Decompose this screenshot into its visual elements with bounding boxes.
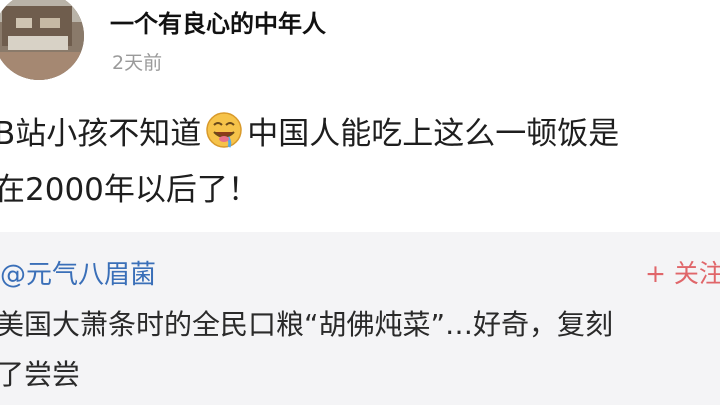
drooling-face-emoji-icon (204, 110, 244, 150)
post-content-text-before-emoji: B站小孩不知道 (0, 116, 202, 152)
weibo-post: 一个有良心的中年人 2天前 B站小孩不知道 中国人能吃上这么一顿饭是 在2000… (0, 0, 720, 232)
post-timestamp: 2天前 (112, 52, 163, 74)
quoted-post[interactable]: @元气八眉菌 + 关注 美国大萧条时的全民口粮“胡佛炖菜”…好奇，复刻 了尝尝 (0, 232, 720, 405)
quoted-text-line-1: 美国大萧条时的全民口粮“胡佛炖菜”…好奇，复刻 (0, 308, 614, 341)
post-content-line-2: 在2000年以后了！ (0, 172, 259, 208)
quoted-text-line-2: 了尝尝 (0, 358, 81, 391)
author-name[interactable]: 一个有良心的中年人 (110, 4, 326, 39)
post-content: B站小孩不知道 中国人能吃上这么一顿饭是 在2000年以后了！ (0, 106, 720, 218)
post-content-text-after-emoji: 中国人能吃上这么一顿饭是 (247, 116, 620, 152)
quoted-author-mention[interactable]: @元气八眉菌 (0, 254, 156, 291)
avatar[interactable] (0, 0, 84, 80)
post-content-line-1: B站小孩不知道 中国人能吃上这么一顿饭是 (0, 106, 720, 162)
follow-button[interactable]: + 关注 (645, 254, 720, 290)
quoted-text: 美国大萧条时的全民口粮“胡佛炖菜”…好奇，复刻 了尝尝 (0, 300, 720, 400)
avatar-photo-icon (0, 0, 84, 80)
